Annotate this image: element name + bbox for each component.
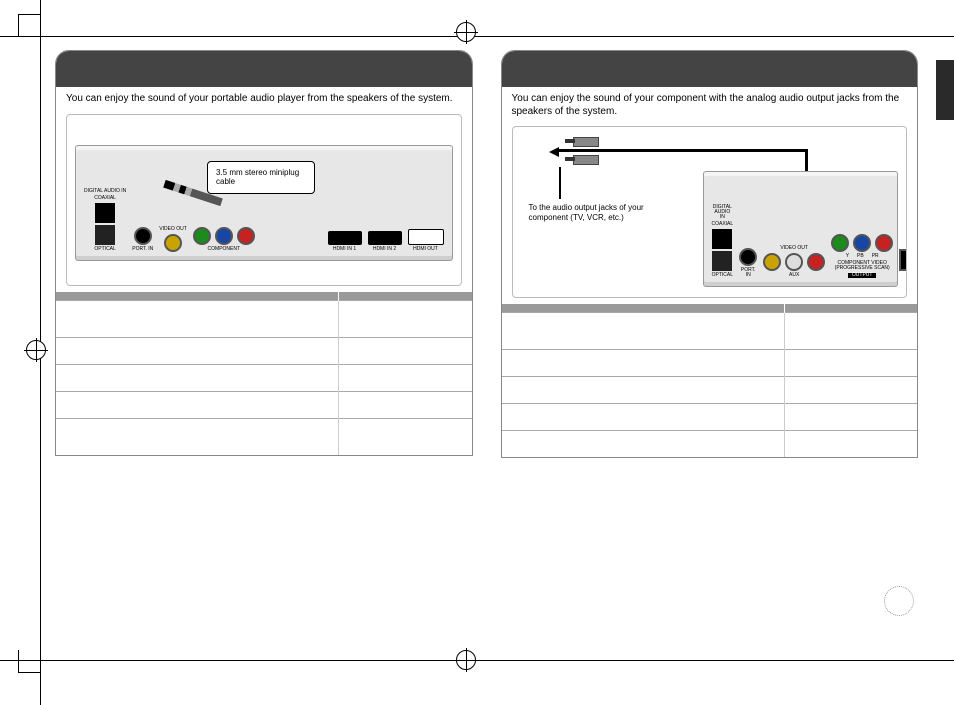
coaxial-port-r [712, 229, 732, 249]
corner-tl [18, 14, 41, 37]
table-row [502, 404, 918, 431]
left-column: You can enjoy the sound of your portable… [55, 50, 473, 645]
registration-mark-top [456, 22, 476, 42]
aux-in-steps-table [502, 304, 918, 457]
portin-block: PORT. IN [132, 227, 153, 252]
page-spread: You can enjoy the sound of your portable… [55, 50, 918, 645]
y-jack [831, 234, 849, 252]
optical-port [95, 225, 115, 245]
label-optical: OPTICAL [94, 247, 115, 252]
label-aux: AUX [789, 273, 799, 278]
rca-plug-white [573, 137, 599, 147]
label-component-l: COMPONENT [208, 247, 241, 252]
aux-in-diagram: To the audio output jacks of your compon… [512, 126, 908, 298]
miniplug-callout: 3.5 mm stereo miniplug cable [207, 161, 315, 194]
table-row [56, 391, 472, 418]
lan-block: LAN [899, 249, 907, 278]
right-column: You can enjoy the sound of your componen… [501, 50, 919, 645]
cable-top [557, 149, 807, 152]
coaxial-port [95, 203, 115, 223]
leader-line [559, 167, 561, 199]
aux-in-intro: You can enjoy the sound of your componen… [502, 87, 918, 120]
hdmi-in2-block: HDMI IN 2 [368, 231, 402, 252]
table-row [56, 364, 472, 391]
aux-callout-text: To the audio output jacks of your compon… [529, 203, 644, 222]
y-jack-l [193, 227, 211, 245]
label-port-in: PORT. IN [132, 247, 153, 252]
table-row [502, 313, 918, 350]
table-row [56, 337, 472, 364]
rca-tip-white [565, 139, 575, 143]
crop-line-top [0, 36, 954, 37]
table-row [502, 350, 918, 377]
aux-callout: To the audio output jacks of your compon… [529, 201, 679, 224]
table-row [502, 377, 918, 404]
pr-jack-l [237, 227, 255, 245]
label-hdmi1: HDMI IN 1 [333, 247, 356, 252]
label-coaxial-r: COAXIAL [712, 222, 734, 227]
label-y: Y [846, 254, 849, 259]
aux-r-jack [807, 253, 825, 271]
label-hdmi2: HDMI IN 2 [373, 247, 396, 252]
hdmi-out-block: HDMI OUT [408, 229, 444, 252]
port-in-jack-r [739, 248, 757, 266]
aux-in-panel: You can enjoy the sound of your componen… [501, 50, 919, 458]
pr-jack [875, 234, 893, 252]
left-th1 [56, 292, 339, 301]
label-output: OUTPUT [848, 273, 877, 278]
table-row [56, 418, 472, 455]
label-digital-in-r: DIGITAL AUDIO IN [712, 205, 734, 220]
right-th2 [784, 304, 917, 313]
hdmi-in1-block: HDMI IN 1 [328, 231, 362, 252]
aux-in-heading [502, 51, 918, 87]
portable-in-panel: You can enjoy the sound of your portable… [55, 50, 473, 456]
lan-port [899, 249, 907, 271]
hdmi-in1 [328, 231, 362, 245]
label-optical-r: OPTICAL [712, 273, 733, 278]
portable-in-steps-table [56, 292, 472, 455]
registration-mark-bottom [456, 650, 476, 670]
label-pr: PR [872, 254, 879, 259]
pb-jack [853, 234, 871, 252]
label-digital-in: DIGITAL AUDIO IN [84, 189, 126, 194]
thumb-index-tab [936, 60, 954, 120]
digital-audio-block-r: DIGITAL AUDIO IN COAXIAL OPTICAL [712, 205, 734, 278]
label-video-out: VIDEO OUT [159, 227, 187, 232]
component-block-left: COMPONENT [193, 227, 255, 252]
portable-in-heading [56, 51, 472, 87]
video-aux-block: VIDEO OUT AUX [763, 246, 825, 278]
label-hdmi-out: HDMI OUT [413, 247, 438, 252]
miniplug-callout-text: 3.5 mm stereo miniplug cable [216, 168, 299, 187]
arrow-head-icon [549, 147, 559, 157]
aux-l-jack [785, 253, 803, 271]
portable-in-intro: You can enjoy the sound of your portable… [56, 87, 472, 108]
label-component-out: COMPONENT VIDEO (PROGRESSIVE SCAN) [831, 261, 893, 271]
label-video-out-r: VIDEO OUT [780, 246, 808, 251]
digital-audio-block: DIGITAL AUDIO IN COAXIAL OPTICAL [84, 189, 126, 252]
label-pb: PB [857, 254, 864, 259]
label-port-in-r: PORT. IN [739, 268, 757, 278]
table-row [502, 431, 918, 458]
rca-tip-red [565, 157, 575, 161]
rca-plug-red [573, 155, 599, 165]
pb-jack-l [215, 227, 233, 245]
corner-bl [18, 650, 41, 673]
component-block-r: Y PB PR COMPONENT VIDEO (PROGRESSIVE SCA… [831, 234, 893, 278]
port-in-jack [134, 227, 152, 245]
portin-block-r: PORT. IN [739, 248, 757, 278]
label-lan: LAN [906, 273, 907, 278]
optical-port-r [712, 251, 732, 271]
right-th1 [502, 304, 785, 313]
portable-in-diagram: DIGITAL AUDIO IN COAXIAL OPTICAL PORT. I… [66, 114, 462, 286]
video-out-block: VIDEO OUT [159, 227, 187, 252]
hdmi-out [408, 229, 444, 245]
hdmi-in2 [368, 231, 402, 245]
video-out-jack [164, 234, 182, 252]
left-th2 [339, 292, 472, 301]
video-out-jack-r [763, 253, 781, 271]
registration-mark-left [26, 340, 46, 360]
table-row [56, 300, 472, 337]
rear-panel-right: DIGITAL AUDIO IN COAXIAL OPTICAL PORT. I… [703, 171, 899, 287]
label-coaxial: COAXIAL [94, 196, 116, 201]
